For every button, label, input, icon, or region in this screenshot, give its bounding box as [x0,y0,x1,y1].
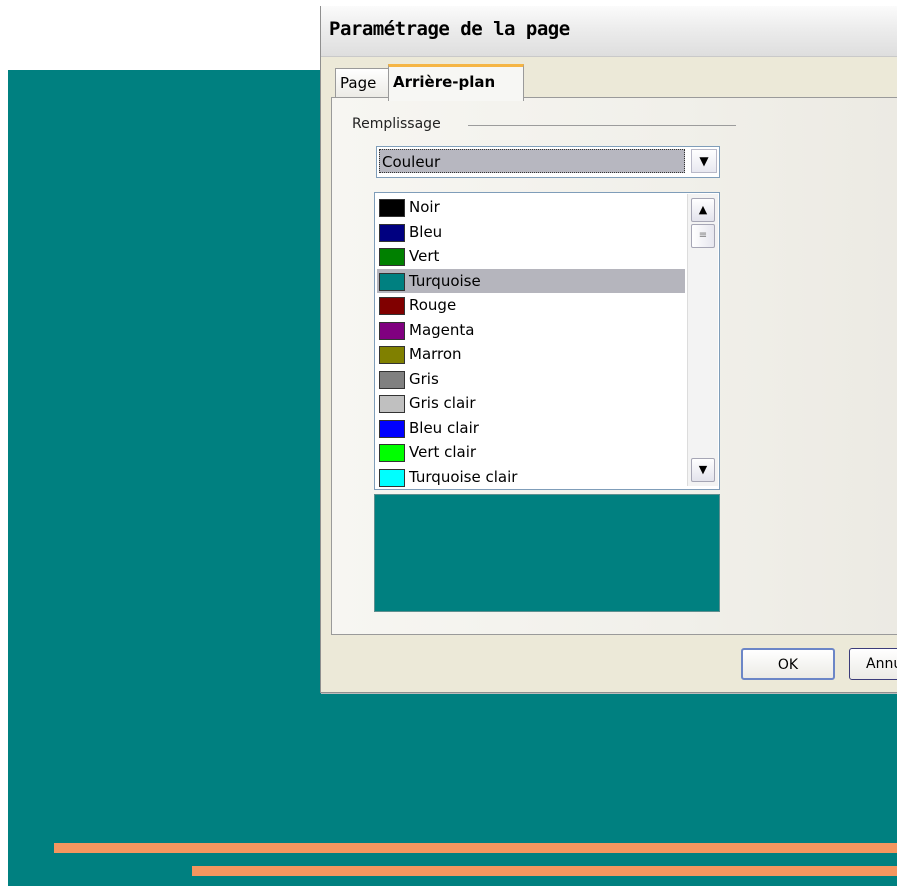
color-swatch [379,395,405,413]
color-label: Bleu [409,222,443,241]
list-item[interactable]: Bleu [377,220,685,245]
scroll-down-icon[interactable]: ▼ [691,458,715,482]
color-swatch [379,346,405,364]
color-swatch [379,272,405,291]
scroll-thumb[interactable]: ≡ [691,224,715,248]
color-label: Rouge [409,296,457,314]
color-label: Gris [409,369,439,388]
list-item[interactable]: Marron [377,342,685,367]
color-swatch [379,468,405,487]
color-swatch [379,370,405,389]
color-label: Turquoise clair [409,467,518,486]
list-item[interactable]: Gris [377,367,685,392]
page-setup-dialog: Paramétrage de la page Page Arrière-plan… [320,6,897,693]
color-swatch [379,419,405,438]
color-swatch [379,297,405,315]
fill-type-value: Couleur [379,149,685,173]
color-list[interactable]: Noir Bleu Vert Turquoise Rouge Magenta Marron G… [374,192,720,490]
color-label: Noir [409,198,440,216]
color-swatch [379,223,405,242]
group-divider [468,125,736,126]
decorative-stripe [192,866,897,876]
color-label: Gris clair [409,394,476,412]
dialog-title: Paramétrage de la page [329,18,570,40]
list-item[interactable]: Turquoise [377,268,685,293]
color-swatch [379,444,405,462]
color-preview [374,494,720,612]
fill-type-select[interactable]: Couleur ▼ [376,146,720,178]
list-item[interactable]: Vert clair [377,440,685,465]
color-label: Bleu clair [409,418,479,437]
color-label: Turquoise [409,271,481,290]
color-swatch [379,248,405,266]
fill-group-label: Remplissage [352,116,441,132]
list-item[interactable]: Vert [377,244,685,269]
decorative-stripe [54,843,897,853]
color-swatch [379,321,405,340]
tab-panel: Remplissage Couleur ▼ Noir Bleu Vert Turquo… [331,97,897,635]
list-item[interactable]: Rouge [377,293,685,318]
color-label: Marron [409,345,462,363]
color-list-items: Noir Bleu Vert Turquoise Rouge Magenta Marron G… [377,195,685,489]
scroll-up-icon[interactable]: ▲ [691,198,715,222]
color-swatch [379,199,405,217]
tab-background[interactable]: Arrière-plan [388,64,524,101]
ok-button[interactable]: OK [741,648,835,680]
list-item[interactable]: Magenta [377,318,685,343]
list-item[interactable]: Noir [377,195,685,220]
list-scrollbar[interactable]: ▲ ≡ ▼ [687,194,718,486]
chevron-down-icon[interactable]: ▼ [691,149,717,173]
list-item[interactable]: Turquoise clair [377,465,685,490]
color-label: Vert clair [409,443,477,461]
list-item[interactable]: Gris clair [377,391,685,416]
dialog-titlebar[interactable]: Paramétrage de la page [321,6,897,57]
tab-page[interactable]: Page [335,68,391,97]
color-label: Vert [409,247,440,265]
cancel-button[interactable]: Annu [849,648,897,680]
list-item[interactable]: Bleu clair [377,416,685,441]
color-label: Magenta [409,320,475,339]
dialog-footer: OK Annu [321,634,897,692]
